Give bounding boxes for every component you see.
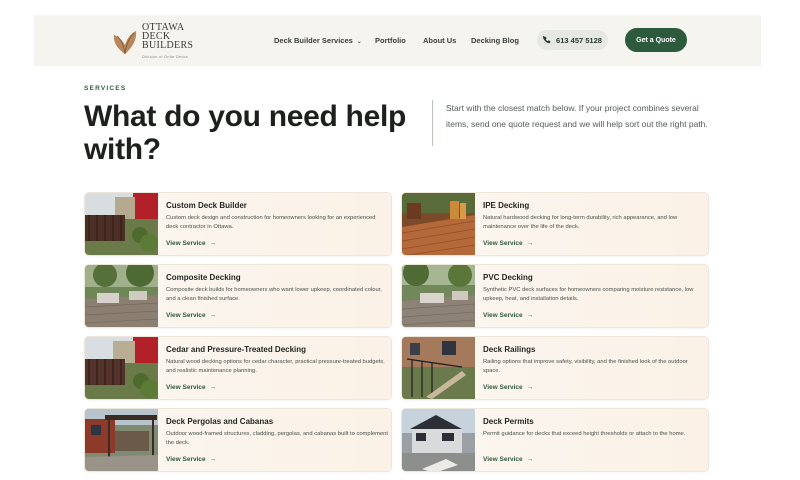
view-service-link[interactable]: View Service → <box>166 456 216 463</box>
railing-stairs-photo <box>402 337 475 399</box>
card-title: Deck Railings <box>483 345 536 354</box>
card-title: Deck Pergolas and Cabanas <box>166 417 274 426</box>
view-service-link[interactable]: View Service → <box>483 384 533 391</box>
card-description: Permit guidance for decks that exceed he… <box>483 431 686 437</box>
arrow-right-icon: → <box>526 240 534 247</box>
phone-number: 613 457 5128 <box>556 35 602 45</box>
card-title: Custom Deck Builder <box>166 201 247 210</box>
view-service-label: View Service <box>166 384 206 391</box>
service-card-ipe-decking[interactable]: IPE Decking Natural hardwood decking for… <box>401 192 709 256</box>
logo-subtitle: Division of Onite Decks <box>142 54 188 59</box>
arrow-right-icon: → <box>526 312 534 319</box>
arrow-right-icon: → <box>526 384 534 391</box>
chevron-down-icon: ⌄ <box>356 39 362 45</box>
arrow-right-icon: → <box>209 312 217 319</box>
view-service-link[interactable]: View Service → <box>166 240 216 247</box>
service-card-composite-decking[interactable]: Composite Decking Composite deck builds … <box>84 264 392 328</box>
card-title: Cedar and Pressure-Treated Decking <box>166 345 307 354</box>
service-card-deck-permits[interactable]: Deck Permits Permit guidance for decks t… <box>401 408 709 472</box>
arrow-right-icon: → <box>209 240 217 247</box>
nav-services-label: Deck Builder Services <box>274 36 353 45</box>
arrow-right-icon: → <box>209 384 217 391</box>
service-card-cedar-pressure-treated[interactable]: Cedar and Pressure-Treated Decking Natur… <box>84 336 392 400</box>
intro-divider <box>432 100 433 146</box>
service-card-deck-railings[interactable]: Deck Railings Railing options that impro… <box>401 336 709 400</box>
hardwood-deck-photo <box>402 193 475 255</box>
view-service-label: View Service <box>483 384 523 391</box>
card-description: Synthetic PVC deck surfaces for homeowne… <box>483 287 694 302</box>
card-description: Composite deck builds for homeowners who… <box>166 287 382 302</box>
phone-icon <box>543 36 551 44</box>
view-service-label: View Service <box>483 240 523 247</box>
logo-line-3: BUILDERS <box>142 40 194 51</box>
nav-decking-blog[interactable]: Decking Blog <box>471 36 519 45</box>
cedar-deck-photo <box>85 337 158 399</box>
pergola-photo <box>85 409 158 471</box>
card-title: Deck Permits <box>483 417 534 426</box>
card-title: Composite Decking <box>166 273 241 282</box>
view-service-link[interactable]: View Service → <box>166 384 216 391</box>
card-description: Natural hardwood decking for long-term d… <box>483 215 678 230</box>
card-title: PVC Decking <box>483 273 533 282</box>
view-service-label: View Service <box>483 312 523 319</box>
view-service-label: View Service <box>166 456 206 463</box>
view-service-label: View Service <box>166 240 206 247</box>
pvc-deck-photo <box>402 265 475 327</box>
view-service-label: View Service <box>483 456 523 463</box>
arrow-right-icon: → <box>209 456 217 463</box>
nav-portfolio[interactable]: Portfolio <box>375 36 406 45</box>
card-description: Natural wood decking options for cedar c… <box>166 359 385 374</box>
site-header: OTTAWA DECK BUILDERS Division of Onite D… <box>34 15 761 66</box>
card-title: IPE Decking <box>483 201 530 210</box>
service-card-custom-deck-builder[interactable]: Custom Deck Builder Custom deck design a… <box>84 192 392 256</box>
service-card-pvc-decking[interactable]: PVC Decking Synthetic PVC deck surfaces … <box>401 264 709 328</box>
view-service-label: View Service <box>166 312 206 319</box>
house-permit-photo <box>402 409 475 471</box>
section-eyebrow: SERVICES <box>84 85 127 92</box>
view-service-link[interactable]: View Service → <box>166 312 216 319</box>
card-description: Railing options that improve safety, vis… <box>483 359 688 374</box>
composite-deck-photo <box>85 265 158 327</box>
intro-text: Start with the closest match below. If y… <box>446 103 708 129</box>
get-a-quote-button[interactable]: Get a Quote <box>625 28 687 52</box>
card-description: Outdoor wood-framed structures, cladding… <box>166 431 389 446</box>
phone-button[interactable]: 613 457 5128 <box>537 30 608 50</box>
nav-deck-builder-services[interactable]: Deck Builder Services ⌄ <box>274 36 362 45</box>
deck-with-house-photo <box>85 193 158 255</box>
service-card-pergolas-cabanas[interactable]: Deck Pergolas and Cabanas Outdoor wood-f… <box>84 408 392 472</box>
leaf-logo-icon <box>113 31 137 55</box>
view-service-link[interactable]: View Service → <box>483 456 533 463</box>
page-title: What do you need help with? <box>84 100 407 166</box>
view-service-link[interactable]: View Service → <box>483 312 533 319</box>
nav-about-us[interactable]: About Us <box>423 36 456 45</box>
card-description: Custom deck design and construction for … <box>166 215 376 230</box>
view-service-link[interactable]: View Service → <box>483 240 533 247</box>
arrow-right-icon: → <box>526 456 534 463</box>
site-logo[interactable]: OTTAWA DECK BUILDERS Division of Onite D… <box>110 21 210 63</box>
